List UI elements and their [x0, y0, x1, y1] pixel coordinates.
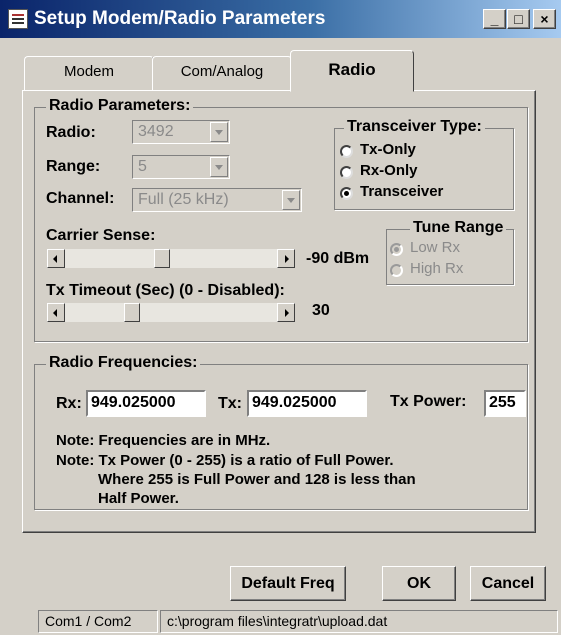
tx-label: Tx: — [218, 395, 242, 412]
radio-label: Radio: — [46, 124, 96, 141]
scroll-right-icon[interactable] — [277, 303, 295, 322]
ok-button[interactable]: OK — [382, 566, 456, 601]
rx-label: Rx: — [56, 395, 82, 412]
channel-combo[interactable]: Full (25 kHz) — [132, 188, 302, 212]
transceiver-type-title: Transceiver Type: — [344, 118, 485, 136]
tune-range-title: Tune Range — [410, 219, 507, 237]
transceiver-radio[interactable] — [340, 187, 353, 200]
note-tx-power-3: Half Power. — [98, 490, 179, 507]
status-path: c:\program files\integratr\upload.dat — [160, 610, 558, 633]
tx-timeout-value: 30 — [312, 302, 330, 319]
tab-com-analog-label: Com/Analog — [180, 63, 264, 80]
carrier-sense-slider[interactable] — [46, 248, 296, 269]
chevron-down-icon[interactable] — [210, 157, 228, 177]
scroll-left-icon[interactable] — [47, 249, 65, 268]
range-combo-value: 5 — [138, 158, 147, 175]
default-freq-button[interactable]: Default Freq — [230, 566, 346, 601]
tab-modem-label: Modem — [63, 63, 115, 80]
note-tx-power-2: Where 255 is Full Power and 128 is less … — [98, 471, 416, 488]
low-rx-label: Low Rx — [410, 239, 461, 256]
window-title: Setup Modem/Radio Parameters — [34, 8, 326, 29]
status-bar: Com1 / Com2 c:\program files\integratr\u… — [0, 608, 561, 635]
radio-parameters-title: Radio Parameters: — [46, 97, 194, 115]
low-rx-radio[interactable] — [390, 243, 403, 256]
tab-radio[interactable]: Radio — [290, 50, 414, 92]
rx-frequency-input[interactable]: 949.025000 — [86, 390, 206, 417]
channel-combo-value: Full (25 kHz) — [138, 191, 229, 208]
tx-timeout-label: Tx Timeout (Sec) (0 - Disabled): — [46, 282, 285, 299]
tx-only-label: Tx-Only — [360, 141, 416, 158]
chevron-down-icon[interactable] — [282, 190, 300, 210]
scroll-right-icon[interactable] — [277, 249, 295, 268]
rx-only-label: Rx-Only — [360, 162, 418, 179]
note-tx-power: Note: Tx Power (0 - 255) is a ratio of F… — [56, 452, 394, 469]
tab-radio-label: Radio — [328, 60, 376, 79]
tx-frequency-input[interactable]: 949.025000 — [247, 390, 367, 417]
range-combo[interactable]: 5 — [132, 155, 230, 179]
tx-timeout-slider[interactable] — [46, 302, 296, 323]
high-rx-label: High Rx — [410, 260, 464, 277]
tab-com-analog[interactable]: Com/Analog — [152, 56, 292, 90]
transceiver-label: Transceiver — [360, 183, 444, 200]
radio-frequencies-title: Radio Frequencies: — [46, 354, 201, 372]
high-rx-radio[interactable] — [390, 264, 403, 277]
chevron-down-icon[interactable] — [210, 122, 228, 142]
scroll-left-icon[interactable] — [47, 303, 65, 322]
tx-only-radio[interactable] — [340, 145, 353, 158]
note-frequencies: Note: Frequencies are in MHz. — [56, 432, 271, 449]
carrier-sense-label: Carrier Sense: — [46, 227, 156, 244]
maximize-button[interactable]: □ — [507, 9, 530, 29]
carrier-sense-thumb[interactable] — [154, 249, 170, 268]
tx-power-label: Tx Power: — [390, 393, 467, 410]
range-label: Range: — [46, 158, 101, 175]
minimize-button[interactable]: _ — [483, 9, 506, 29]
radio-combo-value: 3492 — [138, 123, 174, 140]
status-ports: Com1 / Com2 — [38, 610, 158, 633]
close-button[interactable]: × — [533, 9, 556, 29]
tx-timeout-thumb[interactable] — [124, 303, 140, 322]
rx-only-radio[interactable] — [340, 166, 353, 179]
app-icon — [8, 9, 28, 29]
title-bar[interactable]: Setup Modem/Radio Parameters _ □ × — [0, 0, 561, 38]
tab-modem[interactable]: Modem — [24, 56, 154, 90]
cancel-button[interactable]: Cancel — [470, 566, 546, 601]
radio-combo[interactable]: 3492 — [132, 120, 230, 144]
carrier-sense-value: -90 dBm — [306, 250, 370, 267]
channel-label: Channel: — [46, 190, 115, 207]
tx-power-input[interactable]: 255 — [484, 390, 526, 417]
